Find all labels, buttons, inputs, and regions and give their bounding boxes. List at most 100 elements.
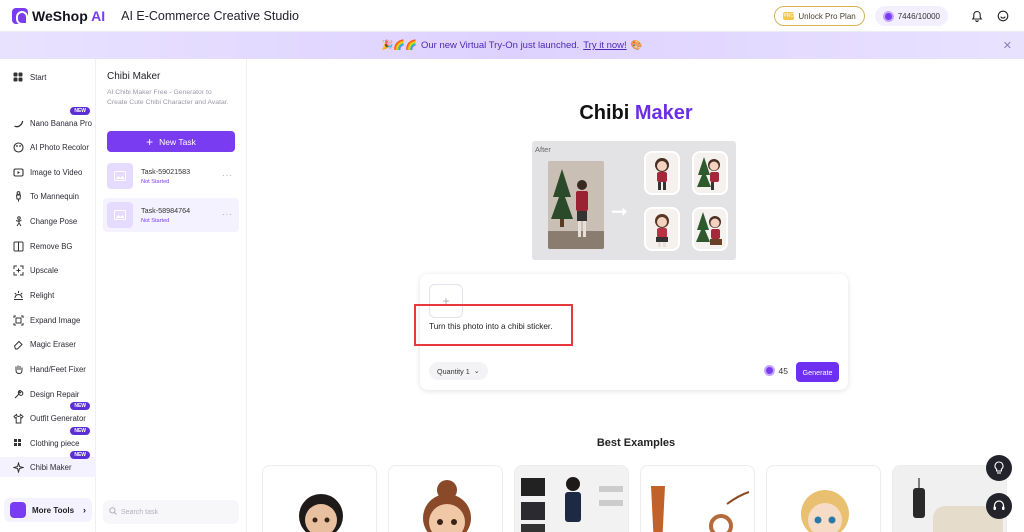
try-it-now-link[interactable]: Try it now! [583, 40, 626, 51]
remove-bg-icon [12, 240, 24, 252]
task-name: Task-58984764 [141, 206, 191, 215]
sidebar-item-label: Start [30, 72, 47, 82]
sidebar-item-label: Expand Image [30, 315, 81, 325]
sidebar-item-outfit-generator[interactable]: NEW Outfit Generator [0, 402, 96, 428]
sidebar-item-hand-feet-fixer[interactable]: Hand/Feet Fixer [0, 359, 96, 379]
sidebar-item-label: To Mannequin [30, 191, 79, 201]
arrow-right-icon: ➞ [611, 201, 628, 223]
credits-counter[interactable]: 7446/10000 [874, 6, 948, 26]
new-task-button[interactable]: + New Task [107, 131, 235, 152]
sidebar-item-expand-image[interactable]: Expand Image [0, 310, 96, 330]
sidebar-item-remove-bg[interactable]: Remove BG [0, 236, 96, 256]
example-card[interactable] [514, 465, 629, 532]
banana-icon [12, 117, 24, 129]
clothing-icon [12, 437, 24, 449]
user-profile-icon[interactable] [994, 7, 1012, 25]
chibi-sticker [644, 207, 680, 251]
relight-icon [12, 289, 24, 301]
plus-icon: + [146, 134, 154, 149]
image-placeholder-icon [107, 202, 133, 228]
new-badge: NEW [70, 402, 90, 410]
task-name: Task-59021583 [141, 167, 191, 176]
sidebar-item-relight[interactable]: Relight [0, 285, 96, 305]
brand-name: WeShop [32, 7, 88, 24]
more-tools-button[interactable]: More Tools › [4, 498, 92, 522]
page-title: Chibi Maker [248, 102, 1024, 125]
cost-value: 45 [778, 365, 788, 376]
palette-icon [12, 141, 24, 153]
example-card[interactable] [766, 465, 881, 532]
expand-icon [12, 314, 24, 326]
credits-value: 7446/10000 [897, 11, 940, 21]
lightbulb-icon[interactable] [986, 455, 1012, 481]
sidebar-item-label: Relight [30, 290, 55, 300]
quantity-value: Quantity 1 [437, 366, 470, 376]
unlock-pro-label: Unlock Pro Plan [798, 11, 856, 21]
example-card[interactable] [262, 465, 377, 532]
search-task-input[interactable]: Search task [103, 500, 239, 524]
sidebar-item-start[interactable]: Start [0, 67, 96, 87]
search-icon [109, 507, 117, 517]
sidebar-item-nano-banana-pro[interactable]: NEW Nano Banana Pro [0, 107, 96, 133]
sidebar-item-label: Image to Video [30, 167, 83, 177]
new-badge: NEW [70, 427, 90, 435]
task-status: Not Started [141, 218, 170, 224]
sidebar-item-clothing-piece[interactable]: NEW Clothing piece [0, 427, 96, 453]
task-item[interactable]: Task-59021583 Not Started ··· [103, 159, 239, 193]
quantity-select[interactable]: Quantity 1 ⌄ [429, 362, 488, 380]
sparkle-icon [12, 461, 24, 473]
example-card[interactable] [388, 465, 503, 532]
sidebar-item-chibi-maker[interactable]: NEW Chibi Maker [0, 451, 96, 477]
chevron-down-icon: ⌄ [473, 368, 480, 375]
example-card[interactable] [640, 465, 755, 532]
source-photo [548, 161, 604, 249]
sidebar-item-image-to-video[interactable]: Image to Video [0, 162, 96, 182]
grid-icon [12, 71, 24, 83]
search-placeholder: Search task [121, 508, 158, 516]
chibi-sticker [692, 151, 728, 195]
more-options-icon[interactable]: ··· [222, 210, 233, 219]
sidebar-item-label: Remove BG [30, 241, 73, 251]
sidebar-item-ai-photo-recolor[interactable]: AI Photo Recolor [0, 137, 96, 157]
image-placeholder-icon [107, 163, 133, 189]
task-item[interactable]: Task-58984764 Not Started ··· [103, 198, 239, 232]
app-title: AI E-Commerce Creative Studio [121, 8, 299, 23]
tools-sidebar: Start NEW Nano Banana Pro AI Photo Recol… [0, 59, 96, 532]
announcement-banner: 🎉🌈🌈 Our new Virtual Try-On just launched… [0, 32, 1024, 59]
more-tools-label: More Tools [32, 505, 75, 515]
banner-emoji: 🎉🌈🌈 [381, 40, 417, 51]
best-examples-heading: Best Examples [596, 437, 676, 449]
eraser-icon [12, 338, 24, 350]
brand-accent: AI [87, 7, 106, 24]
upscale-icon [12, 264, 24, 276]
coin-icon [882, 10, 894, 22]
sidebar-item-change-pose[interactable]: Change Pose [0, 211, 96, 231]
sidebar-item-to-mannequin[interactable]: To Mannequin [0, 186, 96, 206]
sidebar-item-label: Nano Banana Pro [30, 118, 92, 128]
coin-icon [763, 365, 775, 376]
sidebar-item-label: AI Photo Recolor [30, 142, 89, 152]
toolbox-icon [10, 502, 26, 518]
top-right-controls: PRO Unlock Pro Plan 7446/10000 [774, 6, 1012, 26]
sidebar-item-label: Design Repair [30, 389, 80, 399]
sidebar-item-design-repair[interactable]: Design Repair [0, 384, 96, 404]
top-bar: WeShop AI AI E-Commerce Creative Studio … [0, 0, 1024, 32]
more-options-icon[interactable]: ··· [222, 171, 233, 180]
chibi-sticker [644, 151, 680, 195]
weshop-logo[interactable]: WeShop AI [12, 7, 106, 25]
support-headset-icon[interactable] [986, 493, 1012, 519]
main-content: Chibi Maker After ➞ + Turn this photo in… [248, 59, 1024, 532]
sidebar-item-magic-eraser[interactable]: Magic Eraser [0, 334, 96, 354]
notification-bell-icon[interactable] [968, 7, 986, 25]
preview-image: After ➞ [532, 141, 736, 260]
chibi-sticker [692, 207, 728, 251]
generate-button[interactable]: Generate [796, 362, 839, 382]
new-badge: NEW [70, 451, 90, 459]
sidebar-item-upscale[interactable]: Upscale [0, 260, 96, 280]
credit-cost: 45 [763, 365, 788, 376]
logo-icon [12, 7, 28, 25]
unlock-pro-button[interactable]: PRO Unlock Pro Plan [774, 6, 865, 26]
banner-close-icon[interactable]: ✕ [1003, 39, 1012, 52]
title-accent: Maker [634, 102, 693, 124]
sidebar-item-label: Chibi Maker [30, 462, 72, 472]
